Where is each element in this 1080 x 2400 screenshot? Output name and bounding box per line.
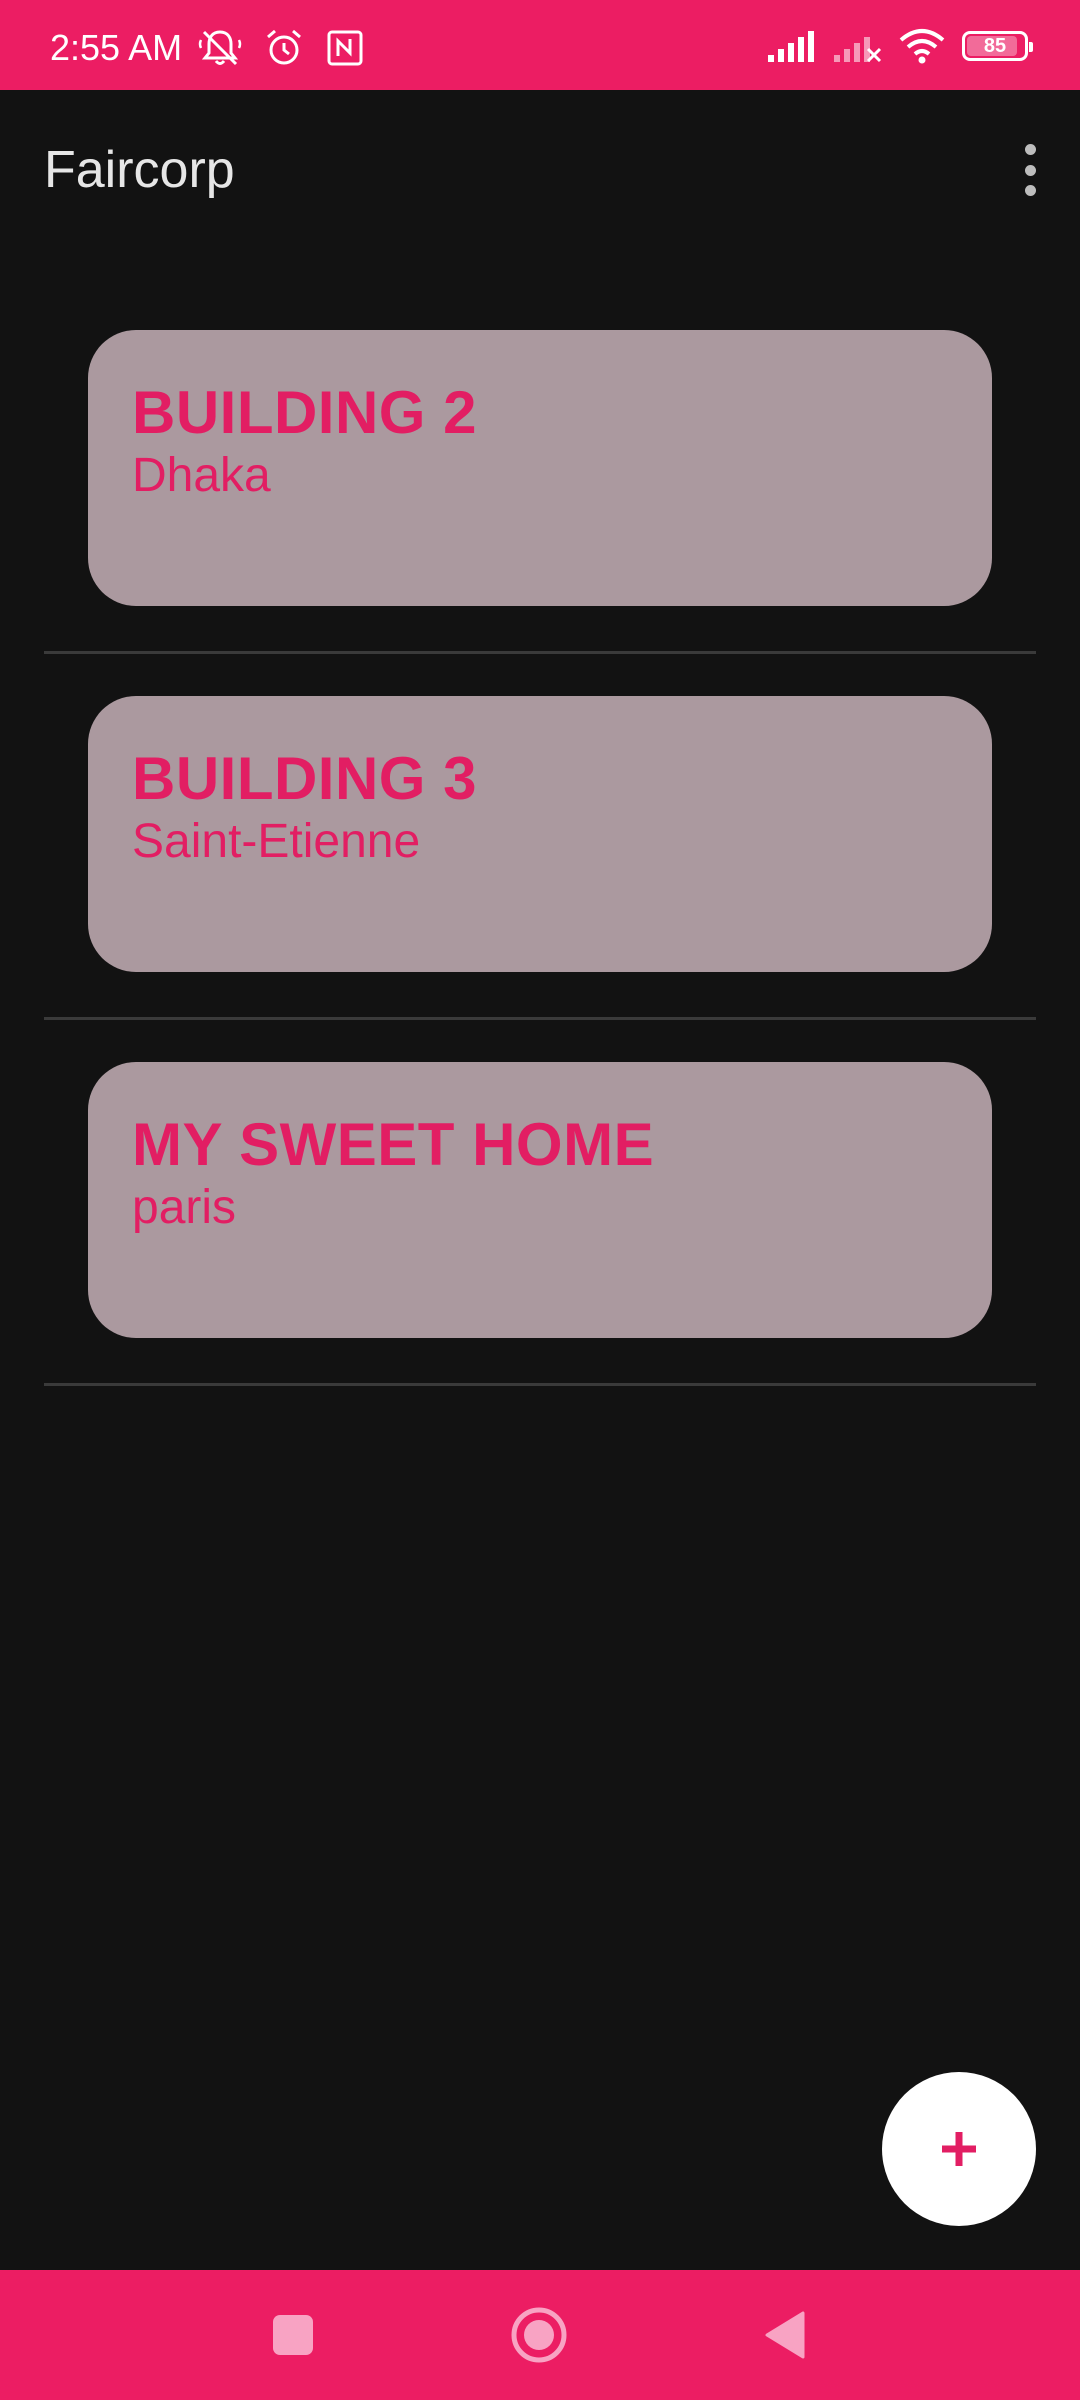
nfc-icon: [327, 30, 363, 66]
home-button[interactable]: [504, 2300, 574, 2370]
building-name: MY SWEET HOME: [132, 1111, 655, 1178]
building-city: Saint-Etienne: [132, 815, 421, 868]
recents-button[interactable]: [258, 2300, 328, 2370]
building-name: BUILDING 3: [132, 745, 478, 812]
status-bar: 2:55 AM 85: [0, 0, 1080, 90]
navigation-bar: [0, 2270, 1080, 2400]
app-title: Faircorp: [44, 141, 235, 199]
list-divider: [44, 651, 1036, 654]
notifications-off-icon: [198, 30, 242, 66]
building-list: BUILDING 2 Dhaka BUILDING 3 Saint-Etienn…: [0, 330, 1080, 1428]
home-circle-icon: [511, 2307, 567, 2363]
back-triangle-icon: [765, 2311, 805, 2359]
building-city: paris: [132, 1181, 237, 1234]
status-left-icons: [198, 28, 364, 68]
building-card[interactable]: BUILDING 2 Dhaka: [88, 330, 992, 606]
menu-dot: [1024, 185, 1036, 196]
list-item: MY SWEET HOME paris: [0, 1062, 1080, 1428]
recents-square-icon: [273, 2315, 313, 2355]
more-vert-icon[interactable]: [1010, 140, 1050, 200]
signal-no-service-icon: [834, 37, 882, 63]
building-card[interactable]: BUILDING 3 Saint-Etienne: [88, 696, 992, 972]
building-city: Dhaka: [132, 449, 271, 502]
add-building-button[interactable]: [882, 2072, 1036, 2226]
list-divider: [44, 1383, 1036, 1386]
building-card[interactable]: MY SWEET HOME paris: [88, 1062, 992, 1338]
list-item: BUILDING 2 Dhaka: [0, 330, 1080, 696]
back-button[interactable]: [750, 2300, 820, 2370]
building-name: BUILDING 2: [132, 379, 478, 446]
menu-dot: [1024, 144, 1036, 155]
status-time: 2:55 AM: [50, 27, 183, 68]
list-divider: [44, 1017, 1036, 1020]
battery-level: 85: [983, 34, 1007, 57]
battery-icon: 85: [962, 31, 1033, 61]
wifi-icon: [899, 29, 945, 64]
app-bar: Faircorp: [0, 90, 1080, 250]
list-item: BUILDING 3 Saint-Etienne: [0, 696, 1080, 1062]
status-right-icons: 85: [766, 28, 1033, 64]
alarm-icon: [267, 29, 301, 65]
menu-dot: [1024, 164, 1036, 176]
signal-icon: [768, 31, 814, 62]
add-icon: [942, 2132, 976, 2166]
